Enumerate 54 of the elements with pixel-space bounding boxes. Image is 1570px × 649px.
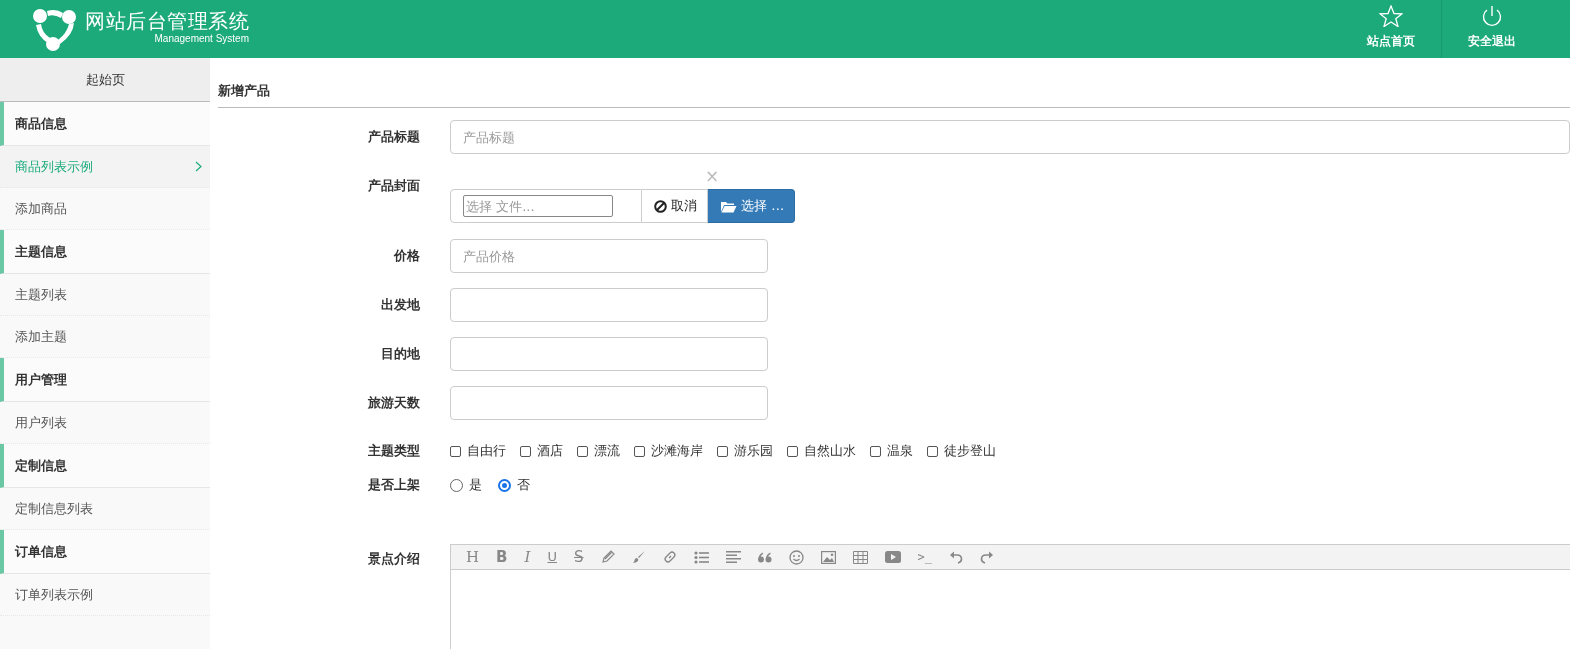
list-icon[interactable] bbox=[693, 550, 709, 564]
logo-icon bbox=[32, 7, 78, 51]
smiley-icon[interactable] bbox=[788, 549, 804, 565]
undo-icon[interactable] bbox=[948, 550, 963, 564]
page-heading: 新增产品 bbox=[218, 75, 1570, 108]
field-label: 主题类型 bbox=[367, 442, 420, 460]
sidebar-home-item[interactable]: 起始页 bbox=[0, 58, 210, 102]
redo-icon[interactable] bbox=[979, 550, 994, 564]
checkbox-option[interactable]: 沙滩海岸 bbox=[634, 442, 703, 460]
sidebar-group-title: 用户管理 bbox=[0, 358, 210, 402]
input-field[interactable] bbox=[450, 288, 768, 322]
input-field[interactable] bbox=[450, 386, 768, 420]
field-label: 是否上架 bbox=[367, 476, 420, 494]
star-icon bbox=[1379, 4, 1403, 27]
image-icon[interactable] bbox=[820, 550, 836, 564]
sidebar-group-title: 商品信息 bbox=[0, 102, 210, 146]
checkbox-option[interactable]: 漂流 bbox=[577, 442, 620, 460]
power-icon bbox=[1481, 4, 1503, 27]
field-label: 价格 bbox=[392, 247, 420, 265]
checkbox-option[interactable]: 游乐园 bbox=[717, 442, 773, 460]
ban-icon bbox=[654, 199, 667, 213]
file-name-field[interactable]: 选择 文件... bbox=[463, 195, 613, 217]
checkbox-option[interactable]: 徒步登山 bbox=[927, 442, 996, 460]
checkbox-option[interactable]: 自由行 bbox=[450, 442, 506, 460]
input-field[interactable]: 产品价格 bbox=[450, 239, 768, 273]
browse-button[interactable]: 选择 … bbox=[708, 189, 796, 223]
link-icon[interactable] bbox=[662, 550, 677, 564]
sidebar-group-title: 定制信息 bbox=[0, 444, 210, 488]
field-label: 旅游天数 bbox=[367, 394, 420, 412]
align-left-icon[interactable] bbox=[725, 551, 741, 563]
folder-icon bbox=[720, 199, 737, 213]
sidebar-group-title: 主题信息 bbox=[0, 230, 210, 274]
table-icon[interactable] bbox=[852, 550, 868, 564]
field-label: 产品封面 bbox=[367, 177, 420, 195]
quote-icon[interactable] bbox=[757, 551, 772, 563]
chevron-right-icon bbox=[195, 161, 202, 172]
video-icon[interactable] bbox=[884, 551, 901, 563]
pencil-icon[interactable] bbox=[600, 550, 615, 564]
checkbox-option[interactable]: 温泉 bbox=[870, 442, 913, 460]
checkbox-option[interactable]: 自然山水 bbox=[787, 442, 856, 460]
radio-option[interactable]: 是 bbox=[450, 476, 482, 494]
radio-option[interactable]: 否 bbox=[498, 476, 530, 494]
field-label: 出发地 bbox=[380, 296, 420, 314]
checkbox-option[interactable]: 酒店 bbox=[520, 442, 563, 460]
input-field[interactable]: 产品标题 bbox=[450, 120, 1570, 154]
field-label: 产品标题 bbox=[367, 128, 420, 146]
app-subtitle: Management System bbox=[154, 32, 249, 44]
brush-icon[interactable] bbox=[631, 550, 646, 564]
sidebar-group-title: 订单信息 bbox=[0, 530, 210, 574]
app-title: 网站后台管理系统 bbox=[85, 8, 249, 33]
field-label: 景点介绍 bbox=[367, 550, 420, 568]
input-field[interactable] bbox=[450, 337, 768, 371]
field-label: 目的地 bbox=[380, 345, 420, 363]
cancel-button[interactable]: 取消 bbox=[642, 189, 708, 223]
